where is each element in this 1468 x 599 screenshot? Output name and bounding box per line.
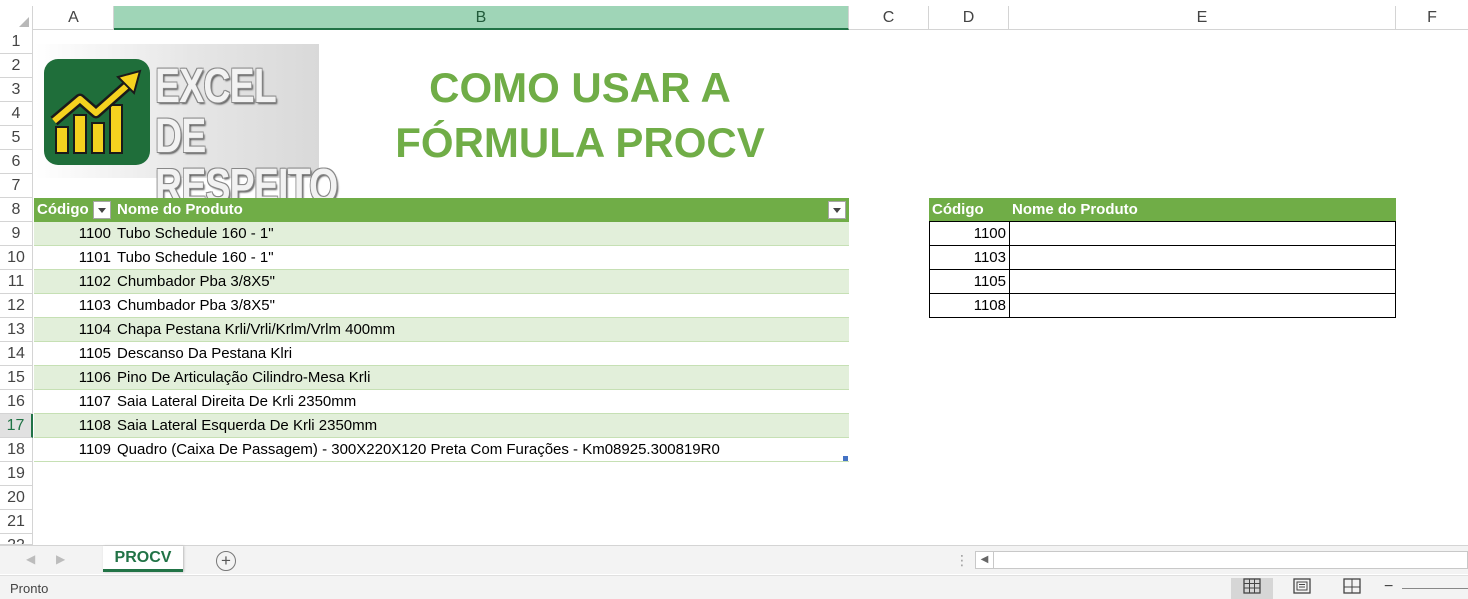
row-header[interactable]: 1	[0, 30, 33, 54]
lookup-code-cell[interactable]: 1108	[929, 293, 1010, 318]
row-header[interactable]: 20	[0, 486, 33, 510]
column-header-f[interactable]: F	[1396, 6, 1468, 30]
row-header[interactable]: 4	[0, 102, 33, 126]
product-name-cell[interactable]: Descanso Da Pestana Klri	[114, 342, 849, 366]
page-title: COMO USAR A FÓRMULA PROCV	[380, 60, 780, 170]
row-header[interactable]: 22	[0, 534, 33, 545]
zoom-out-icon[interactable]: −	[1384, 578, 1393, 596]
product-name-cell[interactable]: Quadro (Caixa De Passagem) - 300X220X120…	[114, 438, 849, 462]
product-name-cell[interactable]: Chumbador Pba 3/8X5"	[114, 294, 849, 318]
add-sheet-icon[interactable]: +	[216, 551, 236, 571]
product-name-cell[interactable]: Tubo Schedule 160 - 1"	[114, 246, 849, 270]
logo-line-1: EXCEL DE	[155, 60, 276, 163]
row-header[interactable]: 21	[0, 510, 33, 534]
lookup-result-cell[interactable]	[1009, 221, 1396, 246]
column-header-c[interactable]: C	[849, 6, 929, 30]
row-header[interactable]: 3	[0, 78, 33, 102]
product-code-cell[interactable]: 1109	[34, 438, 114, 462]
normal-view-icon[interactable]	[1231, 578, 1273, 599]
product-name-cell[interactable]: Saia Lateral Direita De Krli 2350mm	[114, 390, 849, 414]
row-header[interactable]: 12	[0, 294, 33, 318]
row-header[interactable]: 11	[0, 270, 33, 294]
row-header[interactable]: 8	[0, 198, 33, 222]
product-code-cell[interactable]: 1107	[34, 390, 114, 414]
column-header-a[interactable]: A	[34, 6, 114, 30]
row-header[interactable]: 13	[0, 318, 33, 342]
column-header-b[interactable]: B	[114, 6, 849, 30]
header-label: Código	[37, 201, 89, 218]
page-layout-view-icon[interactable]	[1281, 578, 1323, 599]
lookup-code-cell[interactable]: 1103	[929, 245, 1010, 270]
row-header[interactable]: 6	[0, 150, 33, 174]
product-code-cell[interactable]: 1108	[34, 414, 114, 438]
filter-dropdown-icon[interactable]	[93, 201, 111, 219]
product-code-cell[interactable]: 1104	[34, 318, 114, 342]
scroll-left-icon[interactable]: ◀	[976, 552, 994, 568]
row-header[interactable]: 10	[0, 246, 33, 270]
row-header[interactable]: 5	[0, 126, 33, 150]
filter-dropdown-icon[interactable]	[828, 201, 846, 219]
product-name-cell[interactable]: Saia Lateral Esquerda De Krli 2350mm	[114, 414, 849, 438]
zoom-slider[interactable]	[1402, 588, 1468, 589]
chart-growth-icon	[44, 59, 150, 165]
product-name-cell[interactable]: Chumbador Pba 3/8X5"	[114, 270, 849, 294]
lookup-result-cell[interactable]	[1009, 269, 1396, 294]
products-header-name[interactable]: Nome do Produto	[114, 198, 849, 222]
product-code-cell[interactable]: 1105	[34, 342, 114, 366]
product-code-cell[interactable]: 1102	[34, 270, 114, 294]
row-header[interactable]: 15	[0, 366, 33, 390]
column-header-d[interactable]: D	[929, 6, 1009, 30]
excel-de-respeito-logo[interactable]: EXCEL DE RESPEITO	[35, 44, 338, 212]
scroll-tabs-right-icon[interactable]: ▶	[56, 552, 65, 566]
title-line-1: COMO USAR A	[429, 64, 731, 111]
sheet-tab-bar: ◀ ▶ PROCV + ⋮ ◀	[0, 545, 1468, 574]
column-header-bar: A B C D E F	[0, 6, 1468, 30]
lookup-code-cell[interactable]: 1105	[929, 269, 1010, 294]
product-name-cell[interactable]: Pino De Articulação Cilindro-Mesa Krli	[114, 366, 849, 390]
row-header[interactable]: 2	[0, 54, 33, 78]
scroll-tabs-left-icon[interactable]: ◀	[26, 552, 35, 566]
split-handle-icon[interactable]: ⋮	[955, 553, 969, 567]
table-resize-handle[interactable]	[843, 456, 848, 461]
product-code-cell[interactable]: 1101	[34, 246, 114, 270]
row-header-selected[interactable]: 17	[0, 414, 33, 438]
lookup-result-cell[interactable]	[1009, 245, 1396, 270]
row-header[interactable]: 18	[0, 438, 33, 462]
row-header[interactable]: 14	[0, 342, 33, 366]
product-code-cell[interactable]: 1100	[34, 222, 114, 246]
select-all-corner[interactable]	[0, 6, 33, 30]
product-name-cell[interactable]: Tubo Schedule 160 - 1"	[114, 222, 849, 246]
lookup-code-cell[interactable]: 1100	[929, 221, 1010, 246]
status-bar: Pronto −	[0, 575, 1468, 599]
sheet-tab-procv[interactable]: PROCV	[103, 546, 183, 572]
row-header[interactable]: 7	[0, 174, 33, 198]
page-break-preview-icon[interactable]	[1331, 578, 1373, 599]
title-line-2: FÓRMULA PROCV	[395, 119, 765, 166]
logo-text: EXCEL DE RESPEITO	[155, 60, 338, 212]
product-name-cell[interactable]: Chapa Pestana Krli/Vrli/Krlm/Vrlm 400mm	[114, 318, 849, 342]
lookup-header-code[interactable]: Código	[929, 198, 1009, 222]
column-header-e[interactable]: E	[1009, 6, 1396, 30]
row-header[interactable]: 16	[0, 390, 33, 414]
row-header[interactable]: 19	[0, 462, 33, 486]
horizontal-scrollbar[interactable]: ◀	[975, 551, 1468, 569]
row-header[interactable]: 9	[0, 222, 33, 246]
lookup-header-name[interactable]: Nome do Produto	[1009, 198, 1396, 222]
status-text: Pronto	[10, 581, 49, 596]
lookup-result-cell[interactable]	[1009, 293, 1396, 318]
header-label: Nome do Produto	[117, 201, 243, 218]
product-code-cell[interactable]: 1103	[34, 294, 114, 318]
products-header-code[interactable]: Código	[34, 198, 114, 222]
product-code-cell[interactable]: 1106	[34, 366, 114, 390]
